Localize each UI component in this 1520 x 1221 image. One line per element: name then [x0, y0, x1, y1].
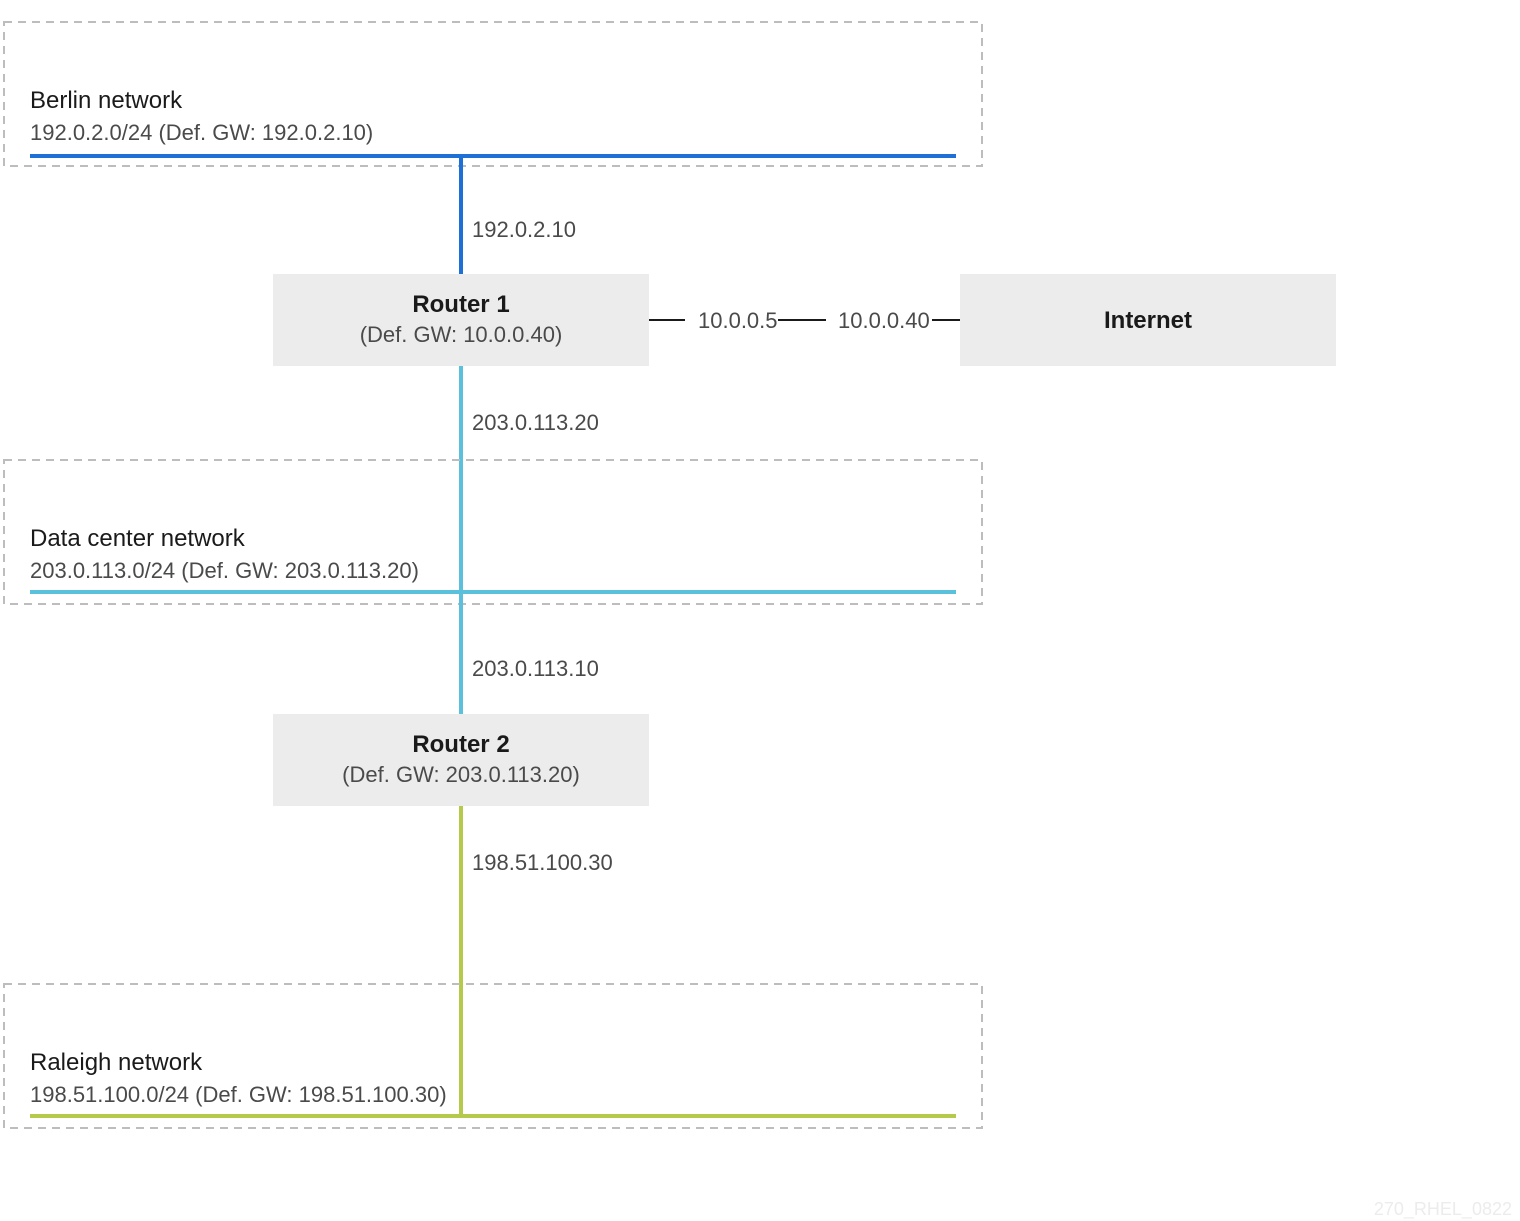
- ip-r1-right: 10.0.0.5: [698, 308, 778, 333]
- router1-box: [273, 274, 649, 366]
- raleigh-title: Raleigh network: [30, 1049, 203, 1076]
- router2-title: Router 2: [412, 731, 509, 758]
- berlin-title: Berlin network: [30, 87, 183, 114]
- dc-subnet: 203.0.113.0/24 (Def. GW: 203.0.113.20): [30, 558, 419, 583]
- network-diagram: Berlin network 192.0.2.0/24 (Def. GW: 19…: [0, 0, 1520, 1221]
- router2-box: [273, 714, 649, 806]
- ip-r2-down: 198.51.100.30: [472, 850, 613, 875]
- berlin-subnet: 192.0.2.0/24 (Def. GW: 192.0.2.10): [30, 120, 373, 145]
- watermark: 270_RHEL_0822: [1374, 1199, 1512, 1220]
- dc-title: Data center network: [30, 525, 246, 552]
- ip-r1-down: 203.0.113.20: [472, 410, 599, 435]
- router2-sub: (Def. GW: 203.0.113.20): [342, 762, 580, 787]
- internet-title: Internet: [1104, 307, 1192, 334]
- router1-sub: (Def. GW: 10.0.0.40): [360, 322, 563, 347]
- router1-title: Router 1: [412, 291, 509, 318]
- ip-internet-left: 10.0.0.40: [838, 308, 930, 333]
- raleigh-subnet: 198.51.100.0/24 (Def. GW: 198.51.100.30): [30, 1082, 447, 1107]
- ip-berlin-r1: 192.0.2.10: [472, 217, 576, 242]
- ip-r2-up: 203.0.113.10: [472, 656, 599, 681]
